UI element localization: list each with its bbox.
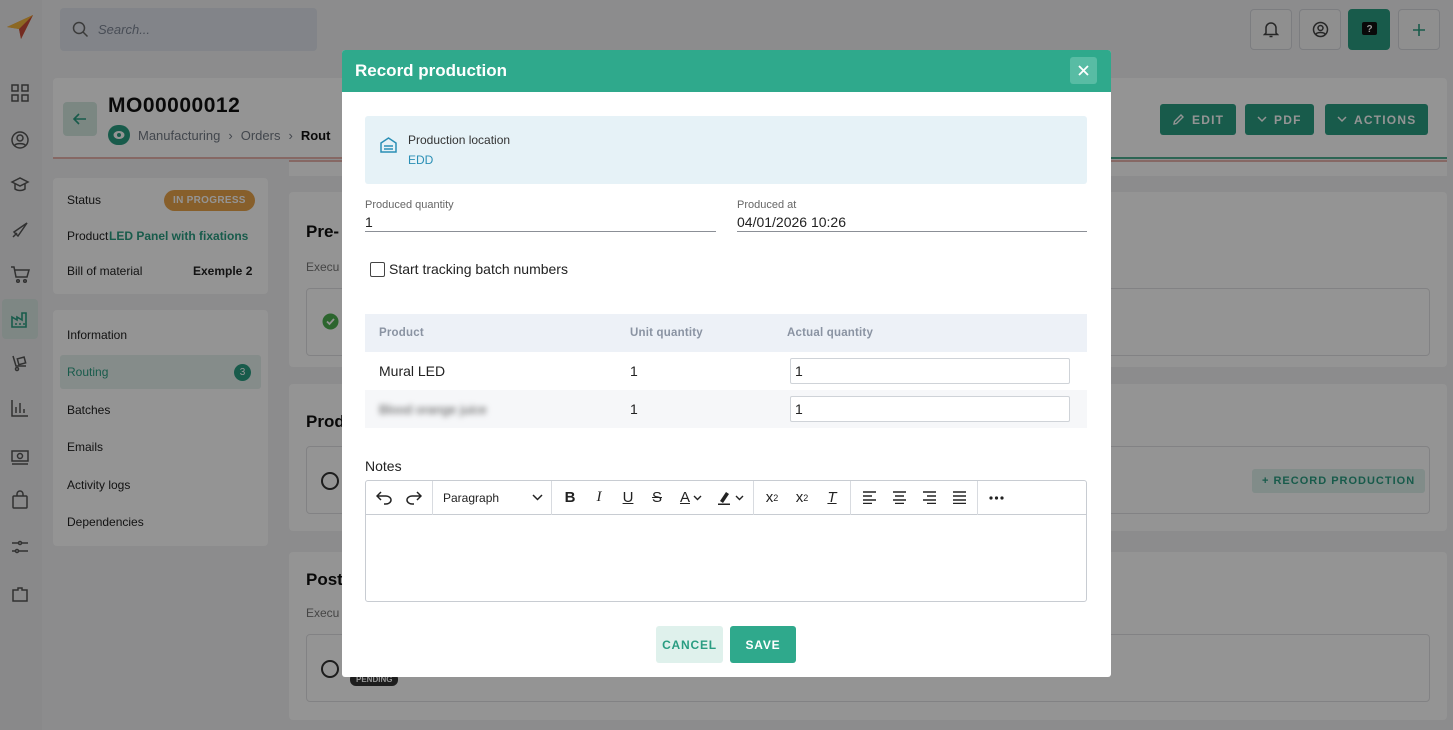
column-header: Product xyxy=(379,327,424,339)
cancel-button[interactable]: CANCEL xyxy=(656,626,723,663)
table-row: Blood orange juice 1 1 xyxy=(365,390,1087,428)
location-label: Production location xyxy=(408,133,511,147)
subscript-icon[interactable]: x2 xyxy=(790,486,814,510)
clear-formatting-icon[interactable]: T xyxy=(820,486,844,510)
actual-quantity-input[interactable]: 1 xyxy=(790,358,1070,384)
redo-icon[interactable] xyxy=(402,486,426,510)
dialog-header: Record production xyxy=(342,50,1111,92)
location-value[interactable]: EDD xyxy=(408,153,433,167)
close-icon xyxy=(1078,65,1089,76)
production-location-box: Production location EDD xyxy=(365,116,1087,184)
underline-icon[interactable]: U xyxy=(616,486,640,510)
warehouse-icon xyxy=(380,137,397,153)
strikethrough-icon[interactable]: S xyxy=(645,486,669,510)
produced-quantity-label: Produced quantity xyxy=(365,199,454,211)
align-justify-icon[interactable] xyxy=(947,486,971,510)
align-right-icon[interactable] xyxy=(917,486,941,510)
bold-icon[interactable]: B xyxy=(558,486,582,510)
batch-tracking-checkbox[interactable] xyxy=(370,262,385,277)
field-underline xyxy=(365,231,716,232)
column-header: Actual quantity xyxy=(787,327,874,339)
undo-icon[interactable] xyxy=(372,486,396,510)
dialog-title: Record production xyxy=(355,61,508,80)
record-production-dialog: Record production Production location ED… xyxy=(342,50,1111,677)
column-header: Unit quantity xyxy=(630,327,703,339)
text-color-icon[interactable]: A xyxy=(674,486,708,510)
components-table: Product Unit quantity Actual quantity Mu… xyxy=(365,314,1087,428)
block-format-select[interactable]: Paragraph xyxy=(433,480,552,515)
notes-editor: Paragraph B I U S A x2 x2 T xyxy=(365,480,1087,602)
superscript-icon[interactable]: x2 xyxy=(760,486,784,510)
batch-tracking-label[interactable]: Start tracking batch numbers xyxy=(389,261,568,277)
notes-label: Notes xyxy=(365,458,402,474)
actual-quantity-input[interactable]: 1 xyxy=(790,396,1070,422)
more-options-icon[interactable] xyxy=(984,486,1008,510)
unit-quantity-cell: 1 xyxy=(630,401,638,417)
notes-content-area[interactable] xyxy=(366,515,1086,601)
produced-at-label: Produced at xyxy=(737,199,797,211)
save-button[interactable]: SAVE xyxy=(730,626,796,663)
editor-toolbar: Paragraph B I U S A x2 x2 T xyxy=(366,480,1086,515)
close-button[interactable] xyxy=(1070,57,1097,84)
chevron-down-icon xyxy=(532,494,543,501)
table-row: Mural LED 1 1 xyxy=(365,352,1087,390)
block-format-value: Paragraph xyxy=(443,490,500,505)
produced-quantity-field[interactable]: 1 xyxy=(365,214,373,230)
table-header: Product Unit quantity Actual quantity xyxy=(365,314,1087,352)
field-underline xyxy=(737,231,1087,232)
align-center-icon[interactable] xyxy=(887,486,911,510)
unit-quantity-cell: 1 xyxy=(630,363,638,379)
italic-icon[interactable]: I xyxy=(587,486,611,510)
highlight-color-icon[interactable] xyxy=(713,486,747,510)
align-left-icon[interactable] xyxy=(857,486,881,510)
produced-at-field[interactable]: 04/01/2026 10:26 xyxy=(737,214,846,230)
product-cell: Blood orange juice xyxy=(379,401,487,417)
product-cell: Mural LED xyxy=(379,363,446,379)
